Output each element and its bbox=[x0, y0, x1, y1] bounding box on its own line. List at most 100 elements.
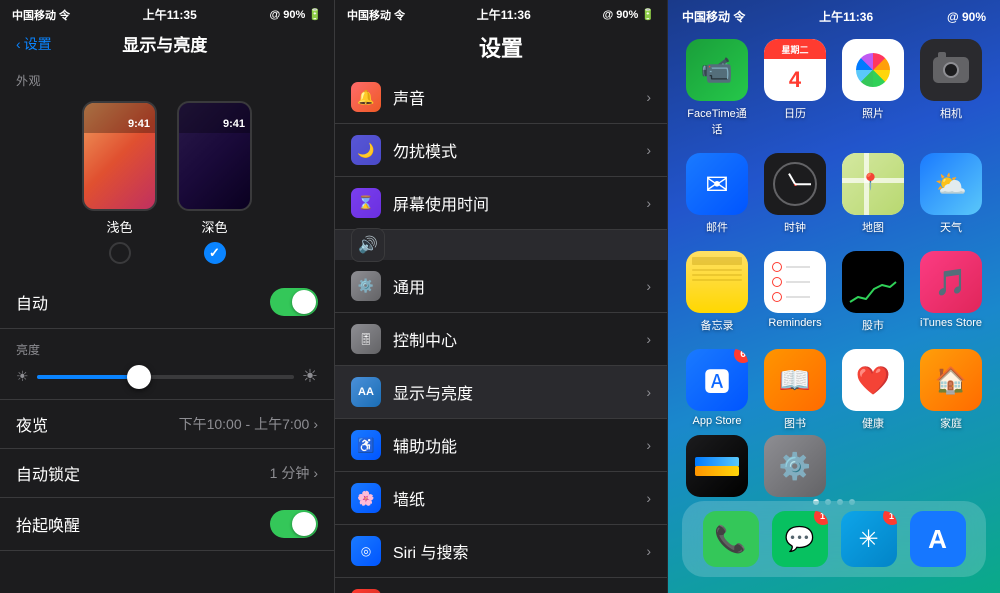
back-label: 设置 bbox=[24, 34, 52, 54]
dark-mode-radio[interactable] bbox=[204, 242, 226, 264]
itunes-icon: 🎵 bbox=[920, 251, 982, 313]
dark-mockup-top: 9:41 bbox=[179, 103, 250, 133]
light-mode-card[interactable]: 9:41 浅色 bbox=[82, 101, 157, 264]
battery-panel2: @ 90% 🔋 bbox=[602, 8, 655, 21]
screentime-icon-glyph: ⌛ bbox=[358, 195, 374, 211]
stocks-svg bbox=[848, 277, 898, 307]
auto-lock-value: 1 分钟 › bbox=[270, 463, 318, 483]
list-item-siri[interactable]: ◎ Siri 与搜索 › bbox=[335, 525, 667, 578]
auto-lock-label: 自动锁定 bbox=[16, 461, 80, 485]
list-item-dnd[interactable]: 🌙 勿扰模式 › bbox=[335, 124, 667, 177]
ios-status-bar: 中国移动 令 上午11:36 @ 90% bbox=[668, 0, 1000, 29]
health-glyph: ❤️ bbox=[856, 364, 891, 397]
notes-inner bbox=[686, 251, 748, 313]
facetime-inner: 📹 bbox=[686, 39, 748, 101]
time-panel1: 上午11:35 bbox=[143, 6, 197, 23]
brightness-slider[interactable]: ☀ ☀ bbox=[16, 366, 318, 387]
home-inner: 🏠 bbox=[920, 349, 982, 411]
sound-arrow: › bbox=[646, 89, 651, 105]
notes-label: 备忘录 bbox=[701, 317, 734, 333]
screentime-arrow: › bbox=[646, 195, 651, 211]
dock-app-wechat[interactable]: 💬 1 bbox=[772, 511, 828, 567]
wallpaper-icon-glyph: 🌸 bbox=[357, 490, 374, 507]
back-button[interactable]: ‹ 设置 bbox=[16, 34, 52, 54]
books-glyph: 📖 bbox=[779, 365, 811, 396]
reminder-bar2 bbox=[786, 281, 810, 283]
weather-glyph: ⛅ bbox=[935, 169, 967, 200]
app-health[interactable]: ❤️ 健康 bbox=[838, 349, 908, 431]
app-itunes[interactable]: 🎵 iTunes Store bbox=[916, 251, 986, 333]
auto-toggle[interactable] bbox=[270, 288, 318, 316]
list-item-wallpaper[interactable]: 🌸 墙纸 › bbox=[335, 472, 667, 525]
dark-mode-label: 深色 bbox=[201, 217, 227, 236]
calendar-day-area: 4 bbox=[789, 59, 801, 101]
dock-app-phone[interactable]: 📞 bbox=[703, 511, 759, 567]
night-mode-row[interactable]: 夜览 下午10:00 - 上午7:00 › bbox=[0, 400, 334, 449]
reminder-line3 bbox=[772, 292, 810, 302]
dock-a-glyph: A bbox=[928, 524, 947, 555]
settings-title-area: 设置 bbox=[335, 27, 667, 71]
list-item-screentime[interactable]: ⌛ 屏幕使用时间 › bbox=[335, 177, 667, 230]
dock-app-a[interactable]: A bbox=[910, 511, 966, 567]
photos-petals bbox=[856, 53, 890, 87]
dock-trans-glyph: ✳ bbox=[858, 525, 878, 554]
siri-label: Siri 与搜索 bbox=[393, 539, 634, 563]
list-item-sound[interactable]: 🔔 声音 › bbox=[335, 71, 667, 124]
app-maps[interactable]: 📍 地图 bbox=[838, 153, 908, 235]
wallet-inner bbox=[686, 435, 748, 497]
raise-toggle[interactable] bbox=[270, 510, 318, 538]
dock-wechat-glyph: 💬 bbox=[785, 525, 815, 554]
photos-icon bbox=[842, 39, 904, 101]
facetime-icon: 📹 bbox=[686, 39, 748, 101]
dock-phone-glyph: 📞 bbox=[714, 524, 746, 555]
list-item-control[interactable]: 🎚 控制中心 › bbox=[335, 313, 667, 366]
slider-thumb[interactable] bbox=[127, 365, 151, 389]
nav-header-panel1: ‹ 设置 显示与亮度 bbox=[0, 27, 334, 64]
app-notes[interactable]: 备忘录 bbox=[682, 251, 752, 333]
mail-icon: ✉ bbox=[686, 153, 748, 215]
wechat-badge: 1 bbox=[814, 511, 828, 525]
app-mail[interactable]: ✉ 邮件 bbox=[682, 153, 752, 235]
speaker-icon: 🔊 bbox=[358, 235, 378, 255]
app-stocks[interactable]: 股市 bbox=[838, 251, 908, 333]
app-camera[interactable]: 相机 bbox=[916, 39, 986, 137]
calendar-label: 日历 bbox=[784, 105, 806, 121]
wallpaper-icon: 🌸 bbox=[351, 483, 381, 513]
night-value: 下午10:00 - 上午7:00 › bbox=[179, 414, 318, 434]
health-inner: ❤️ bbox=[842, 349, 904, 411]
clock-face bbox=[773, 162, 817, 206]
auto-lock-row[interactable]: 自动锁定 1 分钟 › bbox=[0, 449, 334, 498]
list-item-accessibility[interactable]: ♿ 辅助功能 › bbox=[335, 419, 667, 472]
siri-icon: ◎ bbox=[351, 536, 381, 566]
camera-lens bbox=[943, 62, 959, 78]
screentime-label: 屏幕使用时间 bbox=[393, 191, 634, 215]
status-bar-panel1: 中国移动 令 上午11:35 @ 90% 🔋 bbox=[0, 0, 334, 27]
app-appstore[interactable]: 🅰 6 App Store bbox=[682, 349, 752, 431]
app-photos[interactable]: 照片 bbox=[838, 39, 908, 137]
app-reminders[interactable]: Reminders bbox=[760, 251, 830, 333]
app-facetime[interactable]: 📹 FaceTime通话 bbox=[682, 39, 752, 137]
list-item-display[interactable]: AA 显示与亮度 › bbox=[335, 366, 667, 419]
dark-mode-card[interactable]: 9:41 深色 bbox=[177, 101, 252, 264]
list-item-general[interactable]: ⚙️ 通用 › bbox=[335, 260, 667, 313]
list-item-touchid[interactable]: 👆 触控 ID 与密码 › bbox=[335, 578, 667, 593]
reminders-label: Reminders bbox=[768, 317, 821, 329]
display-icon-glyph: AA bbox=[358, 386, 374, 398]
light-mode-mockup: 9:41 bbox=[82, 101, 157, 211]
slider-track[interactable] bbox=[37, 375, 294, 379]
app-clock[interactable]: 时钟 bbox=[760, 153, 830, 235]
sound-label: 声音 bbox=[393, 85, 634, 109]
app-weather[interactable]: ⛅ 天气 bbox=[916, 153, 986, 235]
app-home[interactable]: 🏠 家庭 bbox=[916, 349, 986, 431]
app-books[interactable]: 📖 图书 bbox=[760, 349, 830, 431]
app-calendar[interactable]: 星期二 4 日历 bbox=[760, 39, 830, 137]
dock-app-trans[interactable]: ✳ 1 bbox=[841, 511, 897, 567]
books-label: 图书 bbox=[784, 415, 806, 431]
light-mockup-top: 9:41 bbox=[84, 103, 155, 133]
mail-glyph: ✉ bbox=[705, 168, 728, 201]
notes-icon bbox=[686, 251, 748, 313]
touchid-icon: 👆 bbox=[351, 589, 381, 593]
light-mode-radio[interactable] bbox=[109, 242, 131, 264]
slider-fill bbox=[37, 375, 140, 379]
notes-line1 bbox=[692, 269, 742, 271]
